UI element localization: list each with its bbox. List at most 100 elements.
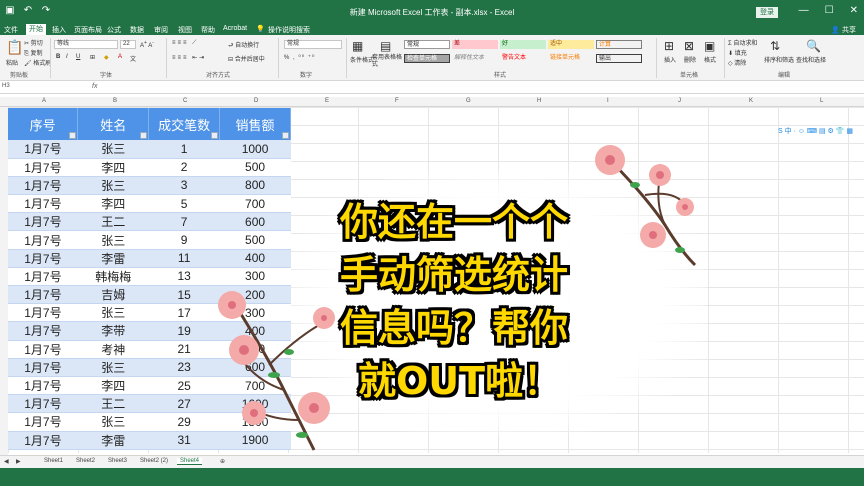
cell-count[interactable]: 2 <box>148 158 220 177</box>
format-cells-button[interactable]: 格式 <box>704 55 716 64</box>
style-bad[interactable]: 差 <box>452 40 498 49</box>
style-output[interactable]: 输出 <box>596 54 642 63</box>
filter-dropdown-icon[interactable] <box>282 132 289 139</box>
style-check-cell[interactable]: 检查单元格 <box>404 54 450 63</box>
paste-button[interactable]: 粘贴 <box>6 58 18 67</box>
tab-formulas[interactable]: 公式 <box>107 25 121 35</box>
column-header-j[interactable]: J <box>678 98 681 104</box>
tell-me-search[interactable]: 操作说明搜索 <box>268 25 310 35</box>
style-neutral[interactable]: 适中 <box>548 40 594 49</box>
header-name[interactable]: 姓名 <box>77 108 150 140</box>
column-header-b[interactable]: B <box>113 98 117 104</box>
border-icon[interactable]: ⊞ <box>90 54 95 61</box>
font-grow-icon[interactable]: A+ A- <box>140 40 154 49</box>
column-header-i[interactable]: I <box>607 98 609 104</box>
sheet-tab-3[interactable]: Sheet3 <box>108 458 127 464</box>
format-painter-button[interactable]: 🖌 格式刷 <box>24 58 51 67</box>
tab-file[interactable]: 文件 <box>4 25 18 35</box>
column-header-h[interactable]: H <box>537 98 541 104</box>
tab-acrobat[interactable]: Acrobat <box>223 25 247 32</box>
cell-count[interactable]: 25 <box>148 376 220 396</box>
sheet-tab-1[interactable]: Sheet1 <box>44 458 63 464</box>
font-size-select[interactable]: 22 <box>120 40 136 49</box>
cell-date[interactable]: 1月7号 <box>8 340 78 359</box>
cell-name[interactable]: 张三 <box>77 412 149 432</box>
cell-date[interactable]: 1月7号 <box>8 376 78 396</box>
cell-count[interactable]: 31 <box>148 431 220 450</box>
column-header-f[interactable]: F <box>395 98 399 104</box>
name-box[interactable]: H3 <box>2 83 62 93</box>
cell-date[interactable]: 1月7号 <box>8 212 78 232</box>
table-format-button[interactable]: 套用表格格式 <box>372 55 402 69</box>
tab-review[interactable]: 审阅 <box>154 25 168 35</box>
insert-cells-button[interactable]: 插入 <box>664 55 676 64</box>
cell-count[interactable]: 13 <box>148 267 220 287</box>
insert-cells-icon[interactable]: ⊞ <box>664 39 674 53</box>
table-format-icon[interactable]: ▤ <box>380 39 391 53</box>
font-color-icon[interactable]: A <box>118 54 122 60</box>
cell-date[interactable]: 1月7号 <box>8 321 78 341</box>
cell-date[interactable]: 1月7号 <box>8 230 78 250</box>
conditional-format-button[interactable]: 条件格式 <box>350 55 374 64</box>
number-format-select[interactable]: 常规 <box>284 40 342 49</box>
cell-date[interactable]: 1月7号 <box>8 194 78 214</box>
cell-count[interactable]: 1 <box>148 140 220 159</box>
sheet-tab-4[interactable]: Sheet2 (2) <box>140 458 168 464</box>
close-button[interactable]: ✕ <box>850 5 858 16</box>
tab-home[interactable]: 开始 <box>26 24 46 35</box>
conditional-format-icon[interactable]: ▦ <box>352 39 363 53</box>
align-left-icons[interactable]: ≡≡≡ ⇤⇥ <box>172 54 206 61</box>
row-headers[interactable] <box>0 107 8 457</box>
style-calculation[interactable]: 计算 <box>596 40 642 49</box>
cell-name[interactable]: 李雷 <box>77 431 149 450</box>
sheet-nav-next-icon[interactable]: ▶ <box>16 458 21 465</box>
column-header-c[interactable]: C <box>183 98 187 104</box>
tab-help[interactable]: 帮助 <box>201 25 215 35</box>
cell-sales[interactable]: 500 <box>219 158 291 177</box>
cell-count[interactable]: 5 <box>148 194 220 214</box>
format-cells-icon[interactable]: ▣ <box>704 39 715 53</box>
cell-name[interactable]: 张三 <box>77 303 149 323</box>
cell-sales[interactable]: 1000 <box>219 140 291 159</box>
fill-color-icon[interactable]: ◆ <box>104 54 109 61</box>
fx-icon[interactable]: fx <box>92 83 97 90</box>
cell-date[interactable]: 1月7号 <box>8 249 78 268</box>
sheet-tab-5[interactable]: Sheet4 <box>177 458 203 465</box>
column-header-a[interactable]: A <box>42 98 46 104</box>
sheet-nav-prev-icon[interactable]: ◀ <box>4 458 9 465</box>
sheet-tab-2[interactable]: Sheet2 <box>76 458 95 464</box>
cell-name[interactable]: 张三 <box>77 358 149 377</box>
font-name-select[interactable]: 等线 <box>54 40 118 49</box>
cell-count[interactable]: 23 <box>148 358 220 377</box>
filter-dropdown-icon[interactable] <box>140 132 148 139</box>
find-select-icon[interactable]: 🔍 <box>806 39 821 53</box>
cell-date[interactable]: 1月7号 <box>8 158 78 177</box>
number-format-icons[interactable]: % , ⁰⁰ ⁺⁰ <box>284 54 315 61</box>
tab-data[interactable]: 数据 <box>130 25 144 35</box>
minimize-button[interactable]: — <box>799 5 809 16</box>
paste-icon[interactable]: 📋 <box>6 39 23 56</box>
header-count[interactable]: 成交笔数 <box>148 108 221 140</box>
cell-date[interactable]: 1月7号 <box>8 303 78 323</box>
column-header-k[interactable]: K <box>749 98 753 104</box>
underline-button[interactable]: U <box>76 54 80 60</box>
autosum-button[interactable]: Σ 自动求和 <box>728 38 757 47</box>
column-header-e[interactable]: E <box>325 98 329 104</box>
style-warning[interactable]: 警告文本 <box>500 54 546 63</box>
delete-cells-icon[interactable]: ⊠ <box>684 39 694 53</box>
cell-count[interactable]: 21 <box>148 340 220 359</box>
cell-name[interactable]: 李四 <box>77 158 149 177</box>
bold-button[interactable]: B <box>56 54 60 60</box>
cell-sales[interactable]: 500 <box>219 230 291 250</box>
cell-name[interactable]: 李四 <box>77 194 149 214</box>
align-top-icons[interactable]: ≡≡≡ ⟋ <box>172 40 198 47</box>
style-good[interactable]: 好 <box>500 40 546 49</box>
cell-count[interactable]: 11 <box>148 249 220 268</box>
cell-sales[interactable]: 700 <box>219 194 291 214</box>
cell-date[interactable]: 1月7号 <box>8 394 78 414</box>
sort-filter-icon[interactable]: ⇅ <box>770 39 780 53</box>
cut-button[interactable]: ✂ 剪切 <box>24 38 43 47</box>
cell-name[interactable]: 吉姆 <box>77 285 149 305</box>
cell-date[interactable]: 1月7号 <box>8 285 78 305</box>
ime-toolbar[interactable]: S 中 · ☺ ⌨ ▤ ⚙ 👕 ▦ <box>778 126 860 136</box>
